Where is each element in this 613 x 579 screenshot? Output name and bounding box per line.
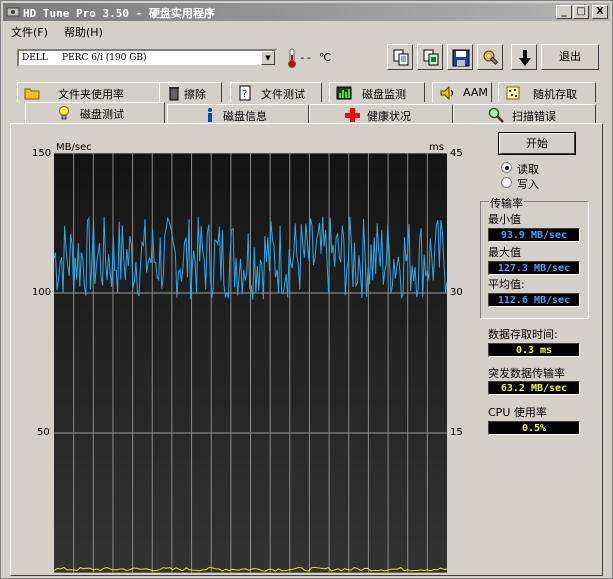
min-value: 93.9 MB/sec bbox=[488, 228, 580, 242]
close-button[interactable]: X bbox=[592, 5, 608, 19]
tab-health[interactable]: 健康状况 bbox=[309, 104, 453, 124]
speaker-icon bbox=[440, 85, 453, 101]
read-radio[interactable]: 读取 bbox=[501, 161, 581, 176]
temperature-value: -- ℃ bbox=[299, 51, 332, 64]
avg-value: 112.6 MB/sec bbox=[488, 293, 580, 307]
random-access-icon bbox=[506, 86, 520, 100]
y-left-tick-100: 100 bbox=[32, 287, 52, 298]
access-time-label: 数据存取时间: bbox=[488, 328, 558, 341]
tab-random-access[interactable]: 随机存取 bbox=[498, 82, 596, 102]
cpu-usage-label: CPU 使用率 bbox=[488, 406, 547, 419]
chevron-down-icon[interactable]: ▼ bbox=[261, 51, 275, 65]
cpu-usage-value: 0.5% bbox=[488, 421, 580, 435]
tab-file-test-label: 文件测试 bbox=[261, 88, 305, 101]
burst-rate-value: 63.2 MB/sec bbox=[488, 381, 580, 395]
copy-text-button[interactable] bbox=[387, 44, 413, 70]
health-cross-icon bbox=[345, 108, 360, 122]
tab-disk-info[interactable]: 磁盘信息 bbox=[167, 104, 309, 124]
y-left-unit: MB/sec bbox=[56, 142, 92, 153]
avg-label: 平均值: bbox=[488, 278, 525, 291]
floppy-disk-icon bbox=[452, 49, 470, 67]
tab-health-label: 健康状况 bbox=[367, 110, 411, 123]
options-button[interactable] bbox=[477, 44, 503, 70]
tab-file-test[interactable]: ? 文件测试 bbox=[230, 82, 322, 102]
tab-disk-monitor[interactable]: 磁盘监测 bbox=[329, 82, 425, 102]
menu-help[interactable]: 帮助(H) bbox=[64, 24, 103, 40]
tab-erase-label: 擦除 bbox=[184, 88, 206, 101]
y-right-tick-45: 45 bbox=[450, 148, 463, 159]
tab-disk-monitor-label: 磁盘监测 bbox=[362, 88, 406, 101]
read-radio-dot[interactable] bbox=[501, 162, 512, 173]
wrench-options-icon bbox=[483, 50, 499, 65]
tab-disk-info-label: 磁盘信息 bbox=[223, 110, 267, 123]
title-bar[interactable]: HD Tune Pro 3.50 - 硬盘实用程序 _ □ X bbox=[3, 3, 610, 21]
write-radio[interactable]: 写入 bbox=[501, 176, 581, 191]
copy-text-icon bbox=[393, 49, 409, 66]
y-right-tick-15: 15 bbox=[450, 427, 463, 438]
access-time-value: 0.3 ms bbox=[488, 343, 580, 357]
download-button[interactable] bbox=[511, 44, 537, 70]
tab-benchmark-label: 磁盘测试 bbox=[80, 108, 124, 121]
drive-select[interactable]: DELL PERC 6/i (190 GB) ▼ bbox=[17, 49, 277, 67]
magnifier-icon bbox=[488, 107, 504, 123]
y-left-tick-50: 50 bbox=[37, 427, 50, 438]
save-button[interactable] bbox=[447, 44, 473, 70]
drive-select-value: DELL PERC 6/i (190 GB) bbox=[22, 53, 147, 63]
tab-folder-usage-label: 文件夹使用率 bbox=[58, 88, 124, 101]
write-radio-label: 写入 bbox=[517, 178, 539, 191]
tab-aam[interactable]: AAM bbox=[432, 82, 492, 102]
transfer-rate-chart bbox=[54, 153, 447, 573]
y-right-tick-30: 30 bbox=[450, 287, 463, 298]
max-label: 最大值 bbox=[488, 246, 521, 259]
burst-rate-label: 突发数据传输率 bbox=[488, 367, 565, 380]
folder-icon bbox=[24, 88, 40, 100]
write-radio-dot[interactable] bbox=[501, 177, 512, 188]
tab-random-access-label: 随机存取 bbox=[533, 88, 577, 101]
plot-grid bbox=[54, 153, 447, 573]
arrow-down-icon bbox=[519, 50, 531, 66]
copy-screenshot-button[interactable] bbox=[417, 44, 443, 70]
max-value: 127.3 MB/sec bbox=[488, 261, 580, 275]
menu-bar: 文件(F) 帮助(H) bbox=[3, 22, 610, 40]
window-title: HD Tune Pro 3.50 - 硬盘实用程序 bbox=[23, 7, 215, 20]
lightbulb-icon bbox=[59, 106, 69, 120]
minimize-button[interactable]: _ bbox=[556, 5, 572, 19]
thermometer-icon bbox=[288, 48, 296, 68]
start-button[interactable]: 开始 bbox=[498, 132, 576, 155]
temperature-readout: -- ℃ bbox=[285, 47, 345, 69]
read-radio-label: 读取 bbox=[517, 163, 539, 176]
min-label: 最小值 bbox=[488, 213, 521, 226]
tab-aam-label: AAM bbox=[463, 86, 488, 99]
copy-screenshot-icon bbox=[423, 49, 439, 66]
file-test-icon: ? bbox=[239, 85, 251, 101]
tab-benchmark[interactable]: 磁盘测试 bbox=[25, 102, 165, 124]
monitor-chart-icon bbox=[336, 86, 352, 100]
info-icon bbox=[208, 108, 212, 122]
trash-icon bbox=[169, 87, 179, 101]
transfer-rate-title: 传输率 bbox=[489, 195, 524, 211]
tab-error-scan[interactable]: 扫描错误 bbox=[453, 104, 596, 124]
tab-error-scan-label: 扫描错误 bbox=[512, 110, 556, 123]
y-right-unit: ms bbox=[429, 142, 444, 153]
app-window: HD Tune Pro 3.50 - 硬盘实用程序 _ □ X 文件(F) 帮助… bbox=[0, 0, 613, 579]
tab-folder-usage[interactable]: 文件夹使用率 bbox=[17, 82, 160, 102]
maximize-button[interactable]: □ bbox=[573, 5, 589, 19]
y-left-tick-150: 150 bbox=[32, 148, 52, 159]
exit-button[interactable]: 退出 bbox=[541, 44, 599, 70]
app-icon bbox=[6, 7, 20, 17]
menu-file[interactable]: 文件(F) bbox=[11, 24, 48, 40]
tab-erase[interactable]: 擦除 bbox=[159, 82, 222, 102]
svg-text:?: ? bbox=[242, 89, 247, 100]
